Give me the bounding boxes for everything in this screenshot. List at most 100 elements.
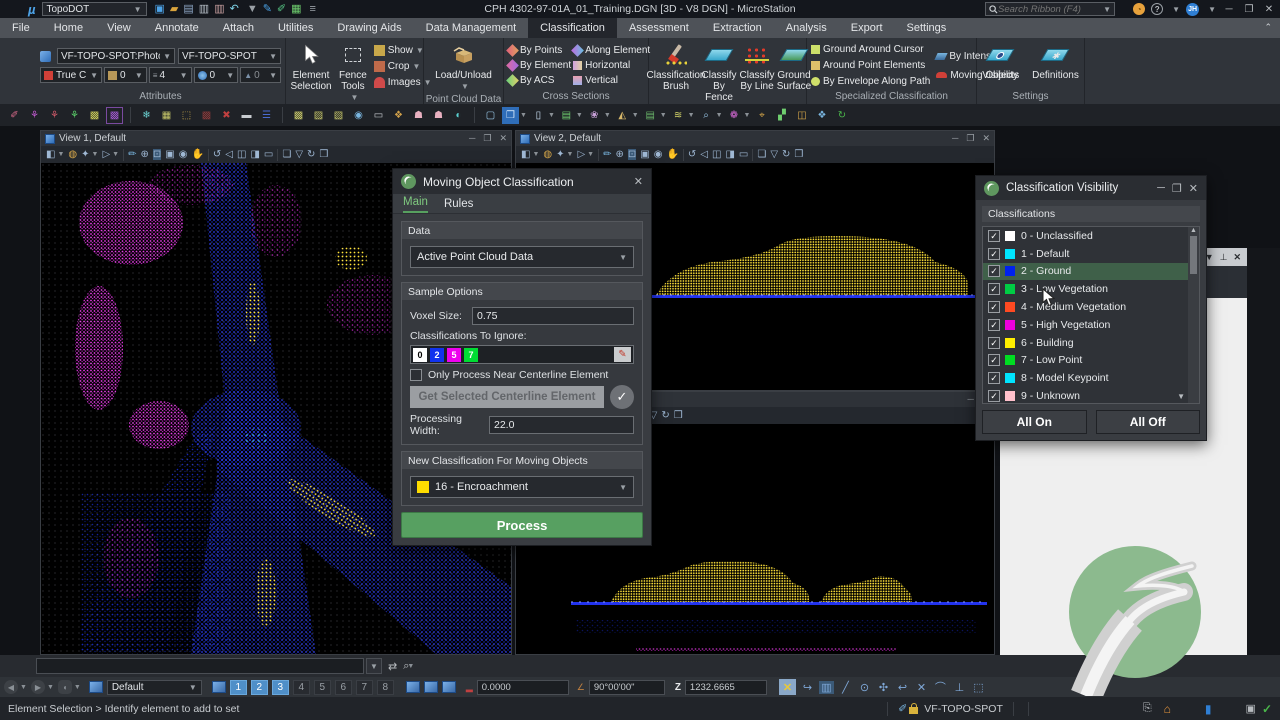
view1-minimize-icon[interactable]: ─	[469, 133, 475, 144]
tab-export[interactable]: Export	[839, 18, 895, 38]
coordinate-readout[interactable]: 0.0000	[477, 680, 569, 695]
moving-object-close-icon[interactable]: ✕	[634, 175, 643, 188]
avatar[interactable]: JH	[1186, 3, 1199, 16]
clipboard-icon[interactable]: ⎘	[1143, 702, 1152, 715]
tab-rules[interactable]: Rules	[444, 198, 473, 213]
tab-analysis[interactable]: Analysis	[774, 18, 839, 38]
arrange-cascade-icon[interactable]	[406, 681, 420, 693]
snap-bisector-icon[interactable]: ↩	[895, 681, 910, 694]
connect-advisor-icon[interactable]: ◔	[1133, 3, 1145, 15]
tool-icon-6[interactable]: ▩	[106, 107, 123, 124]
view-toggle-1[interactable]: 1	[230, 680, 247, 695]
tool-icon-35[interactable]: ◫	[793, 107, 810, 124]
all-off-button[interactable]: All Off	[1096, 410, 1201, 434]
classification-row-6[interactable]: ✓ 6 - Building	[983, 334, 1199, 352]
minimize-button[interactable]: ─	[1222, 4, 1236, 15]
account-caret-icon[interactable]: ▼	[1208, 5, 1216, 14]
by-points-button[interactable]: By Points	[508, 43, 571, 58]
close-button[interactable]: ✕	[1262, 4, 1276, 15]
by-envelope-along-path-button[interactable]: By Envelope Along Path	[811, 74, 930, 89]
tool-icon-24[interactable]: ❒	[502, 107, 519, 124]
tool-icon-32[interactable]: ❁	[726, 107, 743, 124]
view-toggle-7[interactable]: 7	[356, 680, 373, 695]
view1-restore-icon[interactable]: ❐	[483, 133, 491, 144]
classification-row-7[interactable]: ✓ 7 - Low Point	[983, 352, 1199, 370]
tab-settings[interactable]: Settings	[895, 18, 959, 38]
tab-view[interactable]: View	[95, 18, 143, 38]
arrange-tile2-icon[interactable]	[424, 681, 438, 693]
ground-around-cursor-button[interactable]: Ground Around Cursor	[811, 42, 930, 57]
scroll-up-icon[interactable]: ▲	[1190, 227, 1197, 234]
workflow-selector[interactable]: TopoDOT ▼	[42, 2, 147, 16]
tab-data-management[interactable]: Data Management	[414, 18, 529, 38]
view4-minimize-icon[interactable]: ─	[968, 394, 974, 405]
line-style-combo[interactable]: 0▼	[104, 67, 147, 83]
arrange-tile4-icon[interactable]	[442, 681, 456, 693]
classification-row-2[interactable]: ✓ 2 - Ground	[983, 263, 1199, 281]
checkbox-checked-icon[interactable]: ✓	[988, 319, 1000, 331]
tool-icon-7[interactable]: ❄	[138, 107, 155, 124]
edit-classifications-button[interactable]: ✎	[614, 347, 631, 362]
view2-minimize-icon[interactable]: ─	[952, 133, 958, 144]
tool-icon-18[interactable]: ▭	[370, 107, 387, 124]
view-toggle-4[interactable]: 4	[293, 680, 310, 695]
classification-row-5[interactable]: ✓ 5 - High Vegetation	[983, 316, 1199, 334]
tool-icon-12[interactable]: ▬	[238, 107, 255, 124]
tool-icon-17[interactable]: ◉	[350, 107, 367, 124]
help-icon[interactable]: ?	[1151, 3, 1163, 15]
snap-multi-icon[interactable]: ⬚	[971, 681, 986, 694]
scroll-thumb[interactable]	[1190, 236, 1197, 274]
model-selector[interactable]: Default▼	[107, 680, 202, 695]
priority-combo[interactable]: ▲ 0▼	[240, 67, 281, 83]
view1-toolbar[interactable]: ◧▼◍✦▼▷▼ ✏⊕⊡▣◉✋ ↺◁◫◨▭ ❏▽↻❒	[41, 146, 511, 163]
around-point-elements-button[interactable]: Around Point Elements	[811, 58, 930, 73]
pen-icon[interactable]: ✐	[277, 4, 286, 15]
crop-menu[interactable]: Crop▼	[374, 59, 432, 74]
voxel-size-input[interactable]	[472, 307, 634, 325]
ignore-chip-2[interactable]: 2	[430, 348, 444, 362]
classification-scrollbar[interactable]: ▲	[1188, 227, 1199, 403]
forward-button[interactable]: ▶	[31, 680, 45, 694]
line-weight-combo[interactable]: ≡ 4▼	[149, 67, 192, 83]
new-classification-select[interactable]: 16 - Encroachment ▼	[410, 476, 634, 498]
checkbox-checked-icon[interactable]: ✓	[988, 283, 1000, 295]
classification-row-9[interactable]: ✓ 9 - Unknown ▼	[983, 387, 1199, 404]
cv-minimize-icon[interactable]: ─	[1157, 182, 1165, 194]
active-level-combo[interactable]: VF-TOPO-SPOT▼	[178, 48, 281, 64]
tab-utilities[interactable]: Utilities	[266, 18, 325, 38]
checkbox-checked-icon[interactable]: ✓	[988, 372, 1000, 384]
tool-icon-9[interactable]: ⬚	[178, 107, 195, 124]
snap-intersection-icon[interactable]: ✕	[914, 681, 929, 694]
tool-icon-3[interactable]: ⚘	[46, 107, 63, 124]
restore-button[interactable]: ❐	[1242, 4, 1256, 15]
help-caret-icon[interactable]: ▼	[1172, 5, 1180, 14]
tool-icon-25[interactable]: ▯	[530, 107, 547, 124]
view-toggle-3[interactable]: 3	[272, 680, 289, 695]
tool-icon-19[interactable]: ❖	[390, 107, 407, 124]
home-icon[interactable]: ⌂	[1164, 702, 1171, 716]
snap-tangent-icon[interactable]: ⌒	[933, 679, 948, 695]
view1-titlebar[interactable]: View 1, Default ─❐✕	[41, 131, 511, 146]
undo-icon[interactable]: ↶	[230, 4, 239, 15]
tab-file[interactable]: File	[0, 18, 42, 38]
tab-drawing-aids[interactable]: Drawing Aids	[325, 18, 413, 38]
tab-home[interactable]: Home	[42, 18, 95, 38]
snap-origin-icon[interactable]: ✣	[876, 681, 891, 694]
ignore-chip-0[interactable]: 0	[413, 348, 427, 362]
ignore-chip-5[interactable]: 5	[447, 348, 461, 362]
tool-icon-33[interactable]: ⌖	[753, 107, 770, 124]
save-icon[interactable]: ▤	[183, 4, 193, 15]
show-menu[interactable]: Show▼	[374, 43, 432, 58]
collapse-ribbon-icon[interactable]: ⌃	[1264, 22, 1272, 33]
tool-icon-37[interactable]: ↻	[833, 107, 850, 124]
accudraw-icon[interactable]: ✕	[779, 679, 796, 695]
tab-classification[interactable]: Classification	[528, 18, 617, 38]
view2-close-icon[interactable]: ✕	[982, 133, 990, 144]
vertical-button[interactable]: Vertical	[573, 73, 650, 88]
back-button[interactable]: ◀	[4, 680, 18, 694]
undo-caret-icon[interactable]: ▼	[247, 4, 258, 15]
classification-row-8[interactable]: ✓ 8 - Model Keypoint	[983, 369, 1199, 387]
tool-icon-13[interactable]: ☰	[258, 107, 275, 124]
file-type-icon[interactable]: ▣	[155, 4, 165, 15]
get-centerline-button[interactable]: Get Selected Centerline Element	[410, 386, 604, 408]
